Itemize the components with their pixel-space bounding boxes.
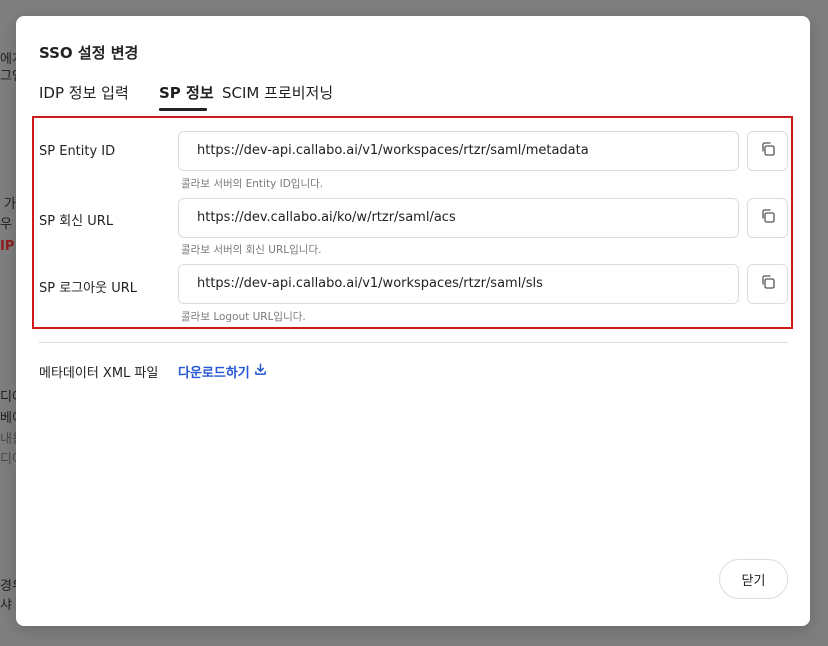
background-text: 가 (4, 197, 16, 212)
sp-entity-id-label: SP Entity ID (39, 144, 116, 159)
download-icon (254, 363, 267, 380)
sp-logout-url-label: SP 로그아웃 URL (39, 281, 137, 296)
modal-title: SSO 설정 변경 (39, 44, 139, 62)
metadata-xml-label: 메타데이터 XML 파일 (39, 366, 159, 381)
sp-reply-url-field[interactable]: https://dev.callabo.ai/ko/w/rtzr/saml/ac… (178, 198, 739, 238)
copy-entity-id-button[interactable] (747, 131, 788, 171)
close-button[interactable]: 닫기 (719, 559, 788, 599)
sp-entity-id-hint: 콜라보 서버의 Entity ID입니다. (181, 178, 324, 190)
sp-reply-url-label: SP 회신 URL (39, 214, 114, 229)
section-divider (39, 342, 788, 343)
background-text: 우 (0, 217, 12, 232)
sp-reply-url-hint: 콜라보 서버의 회신 URL입니다. (181, 244, 322, 256)
sp-logout-url-hint: 콜라보 Logout URL입니다. (181, 311, 306, 323)
copy-reply-url-button[interactable] (747, 198, 788, 238)
tab-sp-info[interactable]: SP 정보 (159, 82, 214, 109)
copy-icon (760, 208, 776, 228)
sp-logout-url-field[interactable]: https://dev-api.callabo.ai/v1/workspaces… (178, 264, 739, 304)
sso-settings-modal: SSO 설정 변경 IDP 정보 입력 SP 정보 SCIM 프로비저닝 SP … (16, 16, 810, 626)
copy-icon (760, 141, 776, 161)
download-label: 다운로드하기 (178, 366, 250, 381)
copy-logout-url-button[interactable] (747, 264, 788, 304)
background-text: IP (0, 239, 15, 254)
tab-idp-info[interactable]: IDP 정보 입력 (39, 82, 129, 109)
copy-icon (760, 274, 776, 294)
active-tab-indicator (159, 108, 207, 111)
sp-entity-id-field[interactable]: https://dev-api.callabo.ai/v1/workspaces… (178, 131, 739, 171)
tab-scim-provisioning[interactable]: SCIM 프로비저닝 (222, 82, 333, 109)
metadata-download-link[interactable]: 다운로드하기 (178, 362, 267, 381)
